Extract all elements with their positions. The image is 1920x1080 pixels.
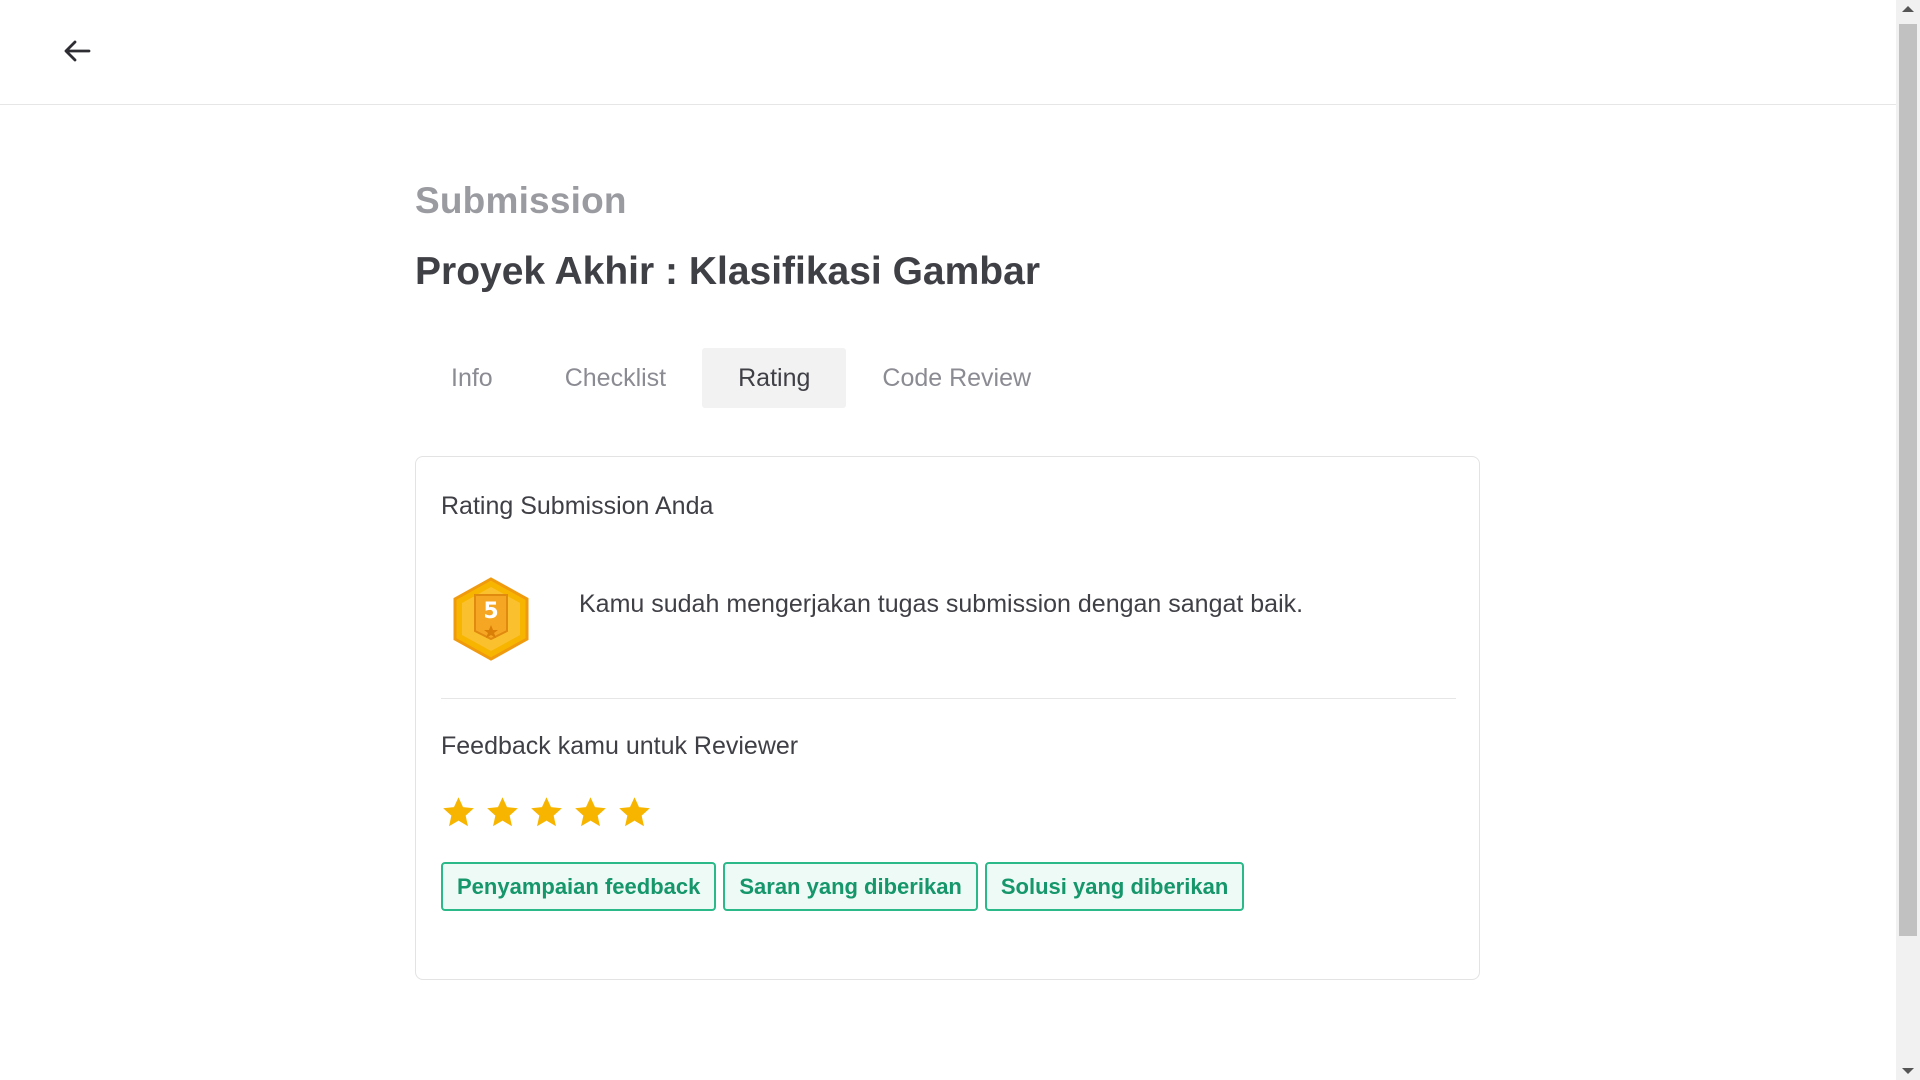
star-rating [441, 795, 652, 830]
scroll-down-icon[interactable] [1902, 1068, 1914, 1074]
star-icon[interactable] [485, 795, 520, 830]
back-button[interactable] [60, 36, 94, 66]
tab-code-review[interactable]: Code Review [846, 348, 1067, 408]
rating-description: Kamu sudah mengerjakan tugas submission … [579, 590, 1304, 618]
page-root: Submission Proyek Akhir : Klasifikasi Ga… [0, 0, 1920, 1080]
star-icon[interactable] [441, 795, 476, 830]
top-bar [0, 0, 1896, 105]
chip-penyampaian-feedback[interactable]: Penyampaian feedback [441, 862, 717, 911]
tab-bar: Info Checklist Rating Code Review [415, 348, 1067, 408]
hexagon-badge-icon: 5 [453, 577, 529, 661]
tab-info[interactable]: Info [415, 348, 529, 408]
feedback-heading: Feedback kamu untuk Reviewer [441, 732, 799, 760]
chip-solusi-yang-diberikan[interactable]: Solusi yang diberikan [984, 862, 1245, 911]
tab-rating[interactable]: Rating [702, 348, 847, 408]
chip-saran-yang-diberikan[interactable]: Saran yang diberikan [723, 862, 978, 911]
scroll-thumb[interactable] [1899, 24, 1917, 936]
arrow-left-icon [64, 40, 91, 62]
badge-value: 5 [483, 599, 498, 624]
feedback-chips: Penyampaian feedback Saran yang diberika… [441, 862, 1245, 911]
star-icon[interactable] [573, 795, 608, 830]
scroll-up-icon[interactable] [1902, 6, 1914, 12]
tab-checklist[interactable]: Checklist [529, 348, 702, 408]
page-eyebrow: Submission [415, 180, 627, 221]
star-icon[interactable] [529, 795, 564, 830]
page-title: Proyek Akhir : Klasifikasi Gambar [415, 250, 1040, 293]
star-icon[interactable] [617, 795, 652, 830]
divider [441, 698, 1456, 699]
rating-card: Rating Submission Anda 5 Kamu sudah meng… [415, 456, 1480, 980]
rating-card-heading: Rating Submission Anda [441, 492, 714, 520]
main-content: Submission Proyek Akhir : Klasifikasi Ga… [415, 180, 1480, 980]
scrollbar[interactable] [1896, 0, 1920, 1080]
